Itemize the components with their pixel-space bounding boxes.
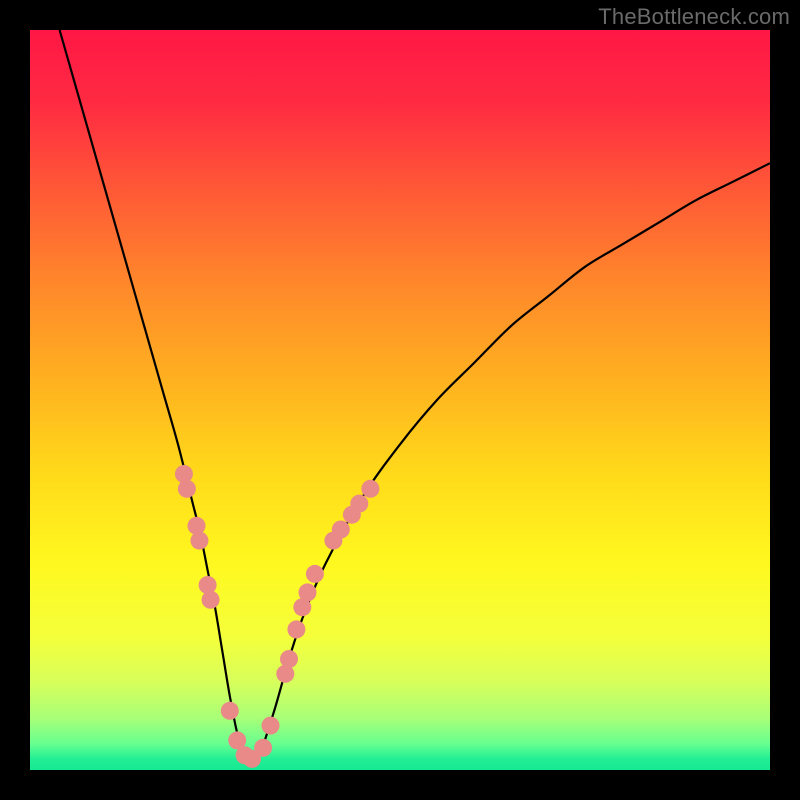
curve-marker <box>178 480 196 498</box>
curve-markers <box>175 465 379 768</box>
curve-marker <box>350 495 368 513</box>
curve-marker <box>306 565 324 583</box>
curve-marker <box>175 465 193 483</box>
curve-marker <box>332 521 350 539</box>
curve-marker <box>361 480 379 498</box>
curve-marker <box>287 620 305 638</box>
curve-marker <box>199 576 217 594</box>
bottleneck-curve <box>60 30 770 763</box>
curve-marker <box>254 739 272 757</box>
watermark-text: TheBottleneck.com <box>598 4 790 30</box>
curve-marker <box>299 583 317 601</box>
plot-area <box>30 30 770 770</box>
curve-marker <box>221 702 239 720</box>
curve-marker <box>262 717 280 735</box>
curve-layer <box>30 30 770 770</box>
curve-marker <box>280 650 298 668</box>
curve-marker <box>202 591 220 609</box>
curve-marker <box>188 517 206 535</box>
chart-frame: TheBottleneck.com <box>0 0 800 800</box>
curve-marker <box>190 532 208 550</box>
